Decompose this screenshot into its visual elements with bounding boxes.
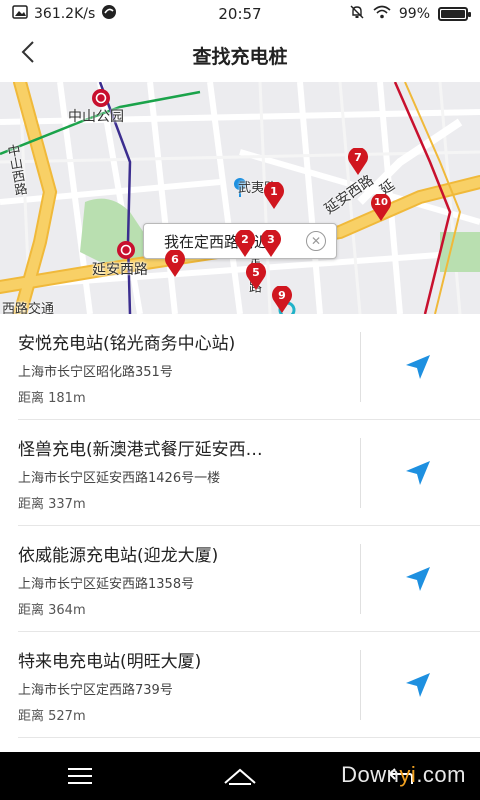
watermark-part-3: .com [416,762,466,787]
list-item[interactable]: 怪兽充电(新澳港式餐厅延安西… 上海市长宁区延安西路1426号一楼 距离 337… [18,420,480,526]
marker-number: 1 [270,185,278,198]
divider [360,544,361,614]
watermark-part-2: yi [399,762,417,787]
station-address: 上海市长宁区延安西路1426号一楼 [18,471,221,486]
station-info: 安悦充电站(铭光商务中心站) 上海市长宁区昭化路351号 距离 181m [18,332,348,408]
navigate-button[interactable] [388,446,448,500]
station-marker-5[interactable]: 5 [245,263,267,291]
battery-percent: 99% [398,6,430,22]
chevron-left-icon [20,40,36,68]
navigate-button[interactable] [388,340,448,394]
marker-number: 6 [171,253,179,266]
network-speed: 361.2K/s [34,6,96,22]
header: 查找充电桩 [0,28,480,82]
map-label-yanan-west-road: 延安西路 [92,262,148,278]
status-left: 361.2K/s [12,4,117,24]
watermark-part-1: Down [341,762,400,787]
station-info: 怪兽充电(新澳港式餐厅延安西… 上海市长宁区延安西路1426号一楼 距离 337… [18,438,348,514]
station-address: 上海市长宁区延安西路1358号 [18,577,195,592]
menu-button[interactable] [50,756,110,796]
status-bar: 361.2K/s 20:57 99% [0,0,480,28]
station-list: 安悦充电站(铭光商务中心站) 上海市长宁区昭化路351号 距离 181m 怪兽充… [0,314,480,752]
map-label-bottom: 西路交通 [2,302,55,314]
wifi-icon [373,5,391,23]
home-icon [224,768,256,785]
marker-number: 5 [252,266,260,279]
mute-icon [349,4,365,24]
station-marker-6[interactable]: 6 [164,250,186,278]
map-label-zhongshan-park: 中山公园 [68,109,124,125]
navigate-arrow-icon [406,461,430,485]
navigate-button[interactable] [388,658,448,712]
back-button[interactable] [10,36,46,72]
home-button[interactable] [210,756,270,796]
list-item[interactable]: 依威能源充电站(迎龙大厦) 上海市长宁区延安西路1358号 距离 364m [18,526,480,632]
image-notification-icon [12,5,28,23]
page-title: 查找充电桩 [192,45,288,68]
station-marker-1[interactable]: 1 [263,182,285,210]
station-info: 依威能源充电站(迎龙大厦) 上海市长宁区延安西路1358号 距离 364m [18,544,348,620]
station-distance: 距离 181m [18,391,86,406]
metro-station-icon [92,89,110,107]
menu-icon [68,768,92,784]
divider [360,438,361,508]
navigate-arrow-icon [406,355,430,379]
battery-level [441,10,465,18]
navigate-arrow-icon [406,673,430,697]
app-notification-icon [101,4,117,24]
close-icon[interactable]: ✕ [306,231,326,251]
station-marker-3[interactable]: 3 [260,230,282,258]
station-name: 怪兽充电(新澳港式餐厅延安西… [18,440,263,460]
divider [360,332,361,402]
marker-number: 10 [374,197,388,208]
watermark: Downyi.com [341,762,466,788]
list-item[interactable]: 安悦充电站(铭光商务中心站) 上海市长宁区昭化路351号 距离 181m [18,314,480,420]
station-marker-9[interactable]: 9 [271,286,293,314]
station-distance: 距离 527m [18,709,86,724]
marker-number: 2 [241,233,249,246]
divider [360,650,361,720]
station-marker-2[interactable]: 2 [234,230,256,258]
navigate-arrow-icon [406,567,430,591]
station-marker-10[interactable]: 10 [370,194,392,222]
station-name: 依威能源充电站(迎龙大厦) [18,546,219,566]
list-item[interactable]: 特来电充电站(明旺大厦) 上海市长宁区定西路739号 距离 527m [18,632,480,738]
marker-number: 3 [267,233,275,246]
station-distance: 距离 364m [18,603,86,618]
station-distance: 距离 337m [18,497,86,512]
station-name: 安悦充电站(铭光商务中心站) [18,334,236,354]
status-right: 99% [349,4,471,24]
marker-number: 9 [278,289,286,302]
station-name: 特来电充电站(明旺大厦) [18,652,202,672]
station-address: 上海市长宁区定西路739号 [18,683,173,698]
marker-number: 7 [354,151,362,164]
station-marker-7[interactable]: 7 [347,148,369,176]
battery-icon [438,7,471,21]
navigate-button[interactable] [388,552,448,606]
map-view[interactable]: 中山公园 中山西路 延安西路 西路交通 武夷路 延安西路 定西路 延 我在定西路… [0,82,480,314]
metro-station-icon [117,241,135,259]
station-info: 特来电充电站(明旺大厦) 上海市长宁区定西路739号 距离 527m [18,650,348,726]
station-address: 上海市长宁区昭化路351号 [18,365,173,380]
